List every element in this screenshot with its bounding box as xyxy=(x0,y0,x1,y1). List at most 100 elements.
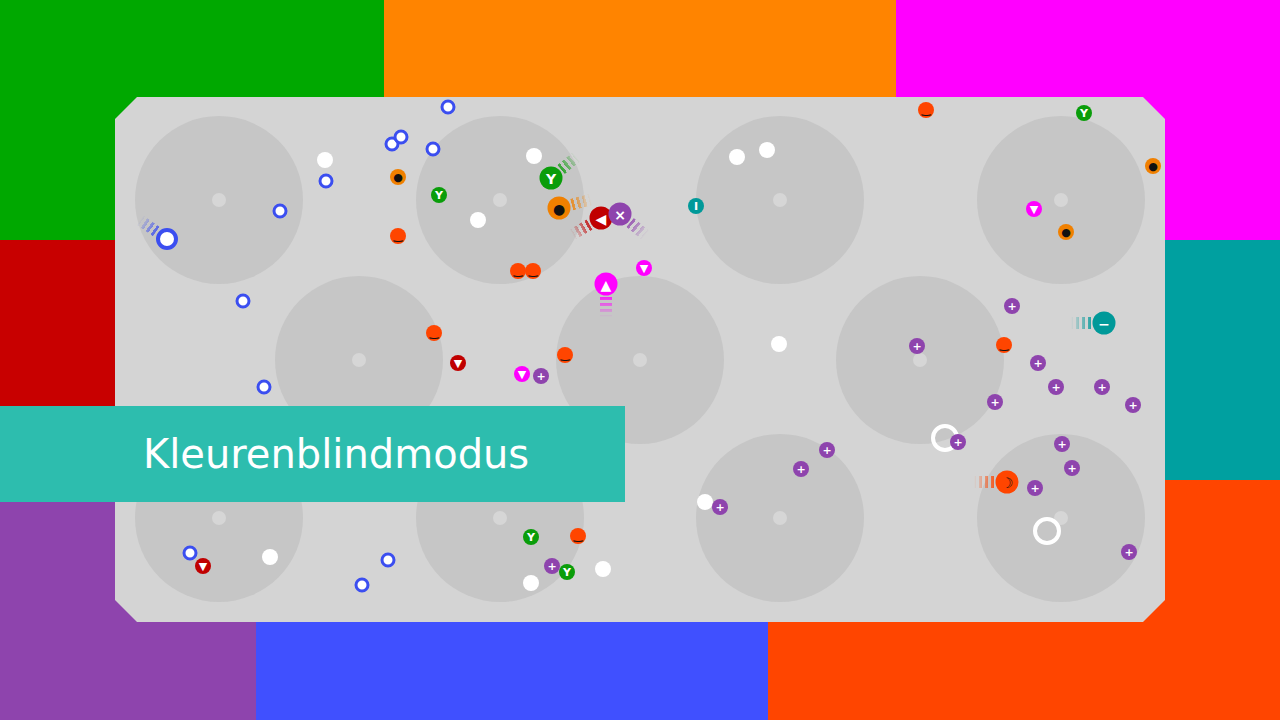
piece-symbol: + xyxy=(715,502,724,513)
piece-symbol: ● xyxy=(1148,161,1158,172)
piece-face: Y xyxy=(559,564,575,580)
piece-face: + xyxy=(1027,480,1043,496)
piece-face: ‿ xyxy=(525,263,541,279)
piece-face xyxy=(319,174,334,189)
piece-face xyxy=(183,546,198,561)
piece-face: Y xyxy=(431,187,447,203)
piece-face: ● xyxy=(1058,224,1074,240)
piece-symbol: Y xyxy=(527,532,535,543)
piece-face xyxy=(595,561,611,577)
piece-face: + xyxy=(950,434,966,450)
piece-symbol: I xyxy=(694,201,698,212)
piece-face: ● xyxy=(548,197,571,220)
piece-symbol: + xyxy=(1030,483,1039,494)
zone-center-dot xyxy=(633,353,647,367)
piece-face xyxy=(523,575,539,591)
piece-symbol: + xyxy=(1007,301,1016,312)
piece-face xyxy=(262,549,278,565)
piece-face: I xyxy=(688,198,704,214)
piece-face: + xyxy=(793,461,809,477)
piece-symbol: + xyxy=(1067,463,1076,474)
piece-symbol: ◀ xyxy=(596,211,607,225)
zone-center-dot xyxy=(773,511,787,525)
motion-trail xyxy=(600,297,612,317)
piece-symbol: ▲ xyxy=(601,277,612,291)
piece-face: + xyxy=(987,394,1003,410)
piece-face xyxy=(697,494,713,510)
piece-symbol: + xyxy=(796,464,805,475)
piece-symbol: ‿ xyxy=(921,105,930,116)
piece-face: Y xyxy=(540,167,563,190)
piece-symbol: − xyxy=(1098,316,1110,330)
zone-circle xyxy=(135,116,303,284)
piece-face: ▲ xyxy=(595,273,618,296)
banner-title: Kleurenblindmodus xyxy=(143,431,529,477)
zone-center-dot xyxy=(493,193,507,207)
zone-center-dot xyxy=(352,353,366,367)
piece-symbol: + xyxy=(822,445,831,456)
zone-center-dot xyxy=(913,353,927,367)
piece-face: ‿ xyxy=(510,263,526,279)
piece-face: − xyxy=(1093,312,1116,335)
piece-face: ● xyxy=(390,169,406,185)
piece-face xyxy=(526,148,542,164)
piece-face: ‿ xyxy=(996,337,1012,353)
piece-symbol: × xyxy=(614,207,626,221)
piece-face: ‿ xyxy=(557,347,573,363)
piece-symbol: ▼ xyxy=(640,263,648,274)
piece-face: ▼ xyxy=(1026,201,1042,217)
piece-symbol: ‿ xyxy=(999,340,1008,351)
piece-face xyxy=(1033,517,1061,545)
piece-face: ▼ xyxy=(636,260,652,276)
piece-symbol: + xyxy=(536,371,545,382)
piece-face: ‿ xyxy=(570,528,586,544)
piece-face xyxy=(273,204,288,219)
piece-face xyxy=(759,142,775,158)
piece-symbol: ‿ xyxy=(429,328,438,339)
piece-face: + xyxy=(1030,355,1046,371)
piece-symbol: ● xyxy=(553,201,565,215)
piece-face: ‿ xyxy=(390,228,406,244)
motion-trail xyxy=(626,218,649,240)
piece-face xyxy=(441,100,456,115)
piece-symbol: + xyxy=(1051,382,1060,393)
piece-face: ▼ xyxy=(514,366,530,382)
piece-symbol: ▼ xyxy=(454,358,462,369)
zone-circle xyxy=(977,116,1145,284)
piece-face: + xyxy=(1054,436,1070,452)
piece-face: + xyxy=(1121,544,1137,560)
piece-symbol: + xyxy=(953,437,962,448)
piece-face xyxy=(470,212,486,228)
zone-circle xyxy=(696,434,864,602)
piece-symbol: + xyxy=(1033,358,1042,369)
piece-symbol: ☽ xyxy=(1001,475,1014,489)
game-screen: ●●●●‿‿‿‿‿‿‿‿☽YYYYY▼▼◀+++++++++++++++++×▼… xyxy=(0,0,1280,720)
zone-center-dot xyxy=(1054,511,1068,525)
motion-trail xyxy=(974,476,994,488)
piece-symbol: Y xyxy=(563,567,571,578)
piece-symbol: + xyxy=(547,561,556,572)
zone-center-dot xyxy=(212,193,226,207)
piece-symbol: + xyxy=(912,341,921,352)
piece-symbol: ▼ xyxy=(518,369,526,380)
title-banner: Kleurenblindmodus xyxy=(0,406,625,502)
piece-symbol: + xyxy=(1128,400,1137,411)
piece-face xyxy=(257,380,272,395)
piece-face: + xyxy=(1125,397,1141,413)
motion-trail xyxy=(1071,317,1091,329)
piece-symbol: ● xyxy=(1061,227,1071,238)
zone-center-dot xyxy=(1054,193,1068,207)
piece-face: + xyxy=(533,368,549,384)
game-board: ●●●●‿‿‿‿‿‿‿‿☽YYYYY▼▼◀+++++++++++++++++×▼… xyxy=(115,97,1165,622)
piece-face xyxy=(317,152,333,168)
piece-face: + xyxy=(712,499,728,515)
piece-face: ‿ xyxy=(426,325,442,341)
piece-face: ☽ xyxy=(996,471,1019,494)
piece-face: Y xyxy=(1076,105,1092,121)
piece-symbol: ‿ xyxy=(393,231,402,242)
piece-symbol: + xyxy=(1097,382,1106,393)
piece-symbol: + xyxy=(1057,439,1066,450)
piece-face xyxy=(381,553,396,568)
piece-face: + xyxy=(1064,460,1080,476)
zone-circle xyxy=(696,116,864,284)
